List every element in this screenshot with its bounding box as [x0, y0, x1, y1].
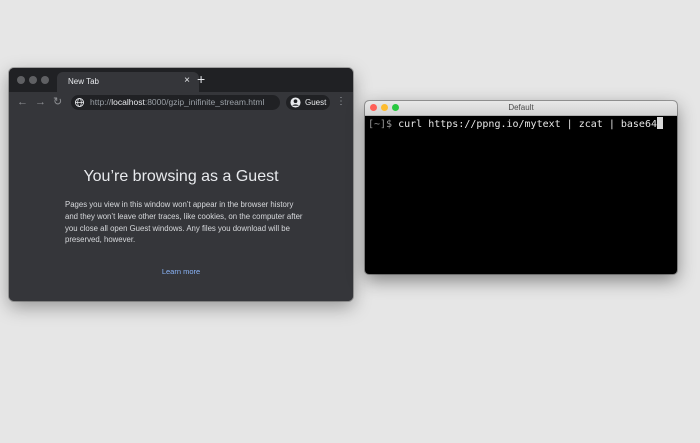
command-line: [~]$ curl https://ppng.io/mytext | zcat …	[368, 117, 674, 131]
text-cursor	[657, 117, 663, 129]
address-bar[interactable]: http://localhost:8000/gzip_inifinite_str…	[71, 95, 280, 110]
guest-profile-button[interactable]: Guest	[286, 95, 330, 110]
shell-prompt: [~]$	[368, 119, 399, 130]
page-title: You’re browsing as a Guest	[83, 168, 279, 185]
terminal-titlebar: Default	[365, 101, 677, 116]
browser-titlebar: New Tab × +	[9, 68, 353, 92]
terminal-window: Default [~]$ curl https://ppng.io/mytext…	[365, 101, 677, 274]
terminal-output[interactable]: [~]$ curl https://ppng.io/mytext | zcat …	[368, 117, 674, 271]
close-window-button[interactable]	[17, 76, 25, 84]
terminal-title: Default	[508, 103, 534, 112]
tab-new-tab[interactable]: New Tab ×	[57, 72, 199, 92]
url-path: :8000/gzip_inifinite_stream.html	[144, 97, 265, 107]
back-arrow-icon[interactable]: ←	[17, 95, 28, 109]
url-scheme: http://	[90, 97, 112, 107]
new-tab-button[interactable]: +	[197, 71, 205, 87]
guest-label: Guest	[305, 98, 327, 107]
tab-title: New Tab	[68, 77, 99, 86]
forward-arrow-icon[interactable]: →	[35, 95, 46, 109]
zoom-window-button[interactable]	[41, 76, 49, 84]
reload-icon[interactable]: ↻	[53, 95, 62, 109]
command-text: curl https://ppng.io/mytext | zcat | bas…	[398, 119, 657, 130]
url-host: localhost	[111, 97, 145, 107]
guest-description: Pages you view in this window won’t appe…	[65, 200, 303, 245]
guest-page: You’re browsing as a Guest Pages you vie…	[9, 112, 353, 301]
browser-toolbar: ← → ↻ http://localhost:8000/gzip_inifini…	[9, 92, 353, 112]
close-tab-icon[interactable]: ×	[184, 75, 190, 86]
minimize-window-button[interactable]	[29, 76, 37, 84]
url-text: http://localhost:8000/gzip_inifinite_str…	[90, 97, 264, 107]
menu-icon[interactable]: ⋮	[336, 95, 346, 109]
account-icon	[290, 97, 301, 108]
globe-icon	[75, 98, 84, 107]
learn-more-link[interactable]: Learn more	[9, 267, 353, 276]
browser-window: New Tab × + ← → ↻ http://localhost:8000/…	[9, 68, 353, 301]
